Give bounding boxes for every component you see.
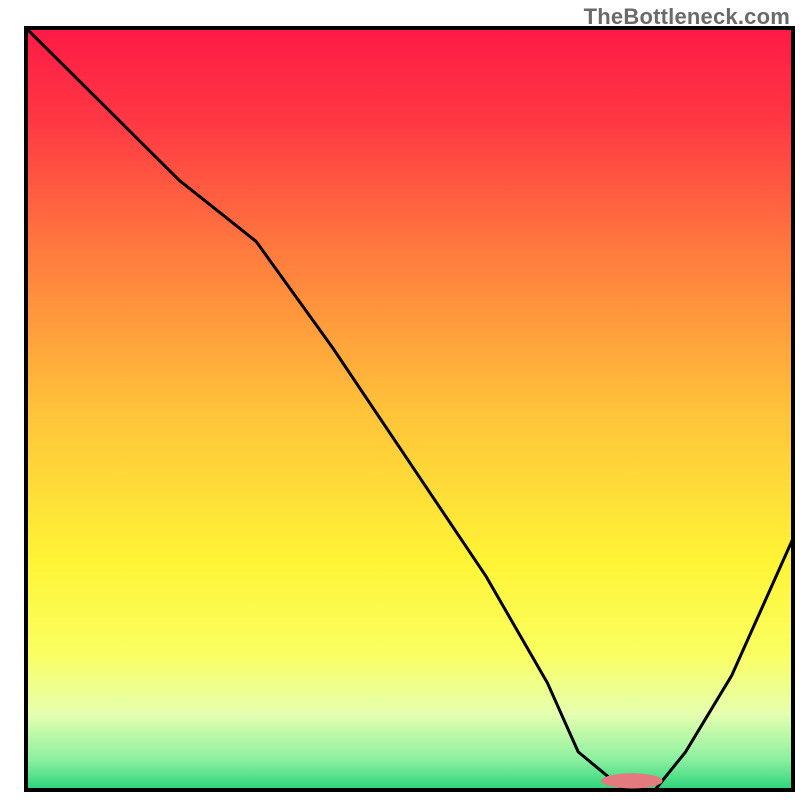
- chart-stage: TheBottleneck.com: [0, 0, 800, 800]
- optimal-range-marker: [601, 773, 662, 788]
- watermark-text: TheBottleneck.com: [584, 4, 790, 30]
- bottleneck-chart: [0, 0, 800, 800]
